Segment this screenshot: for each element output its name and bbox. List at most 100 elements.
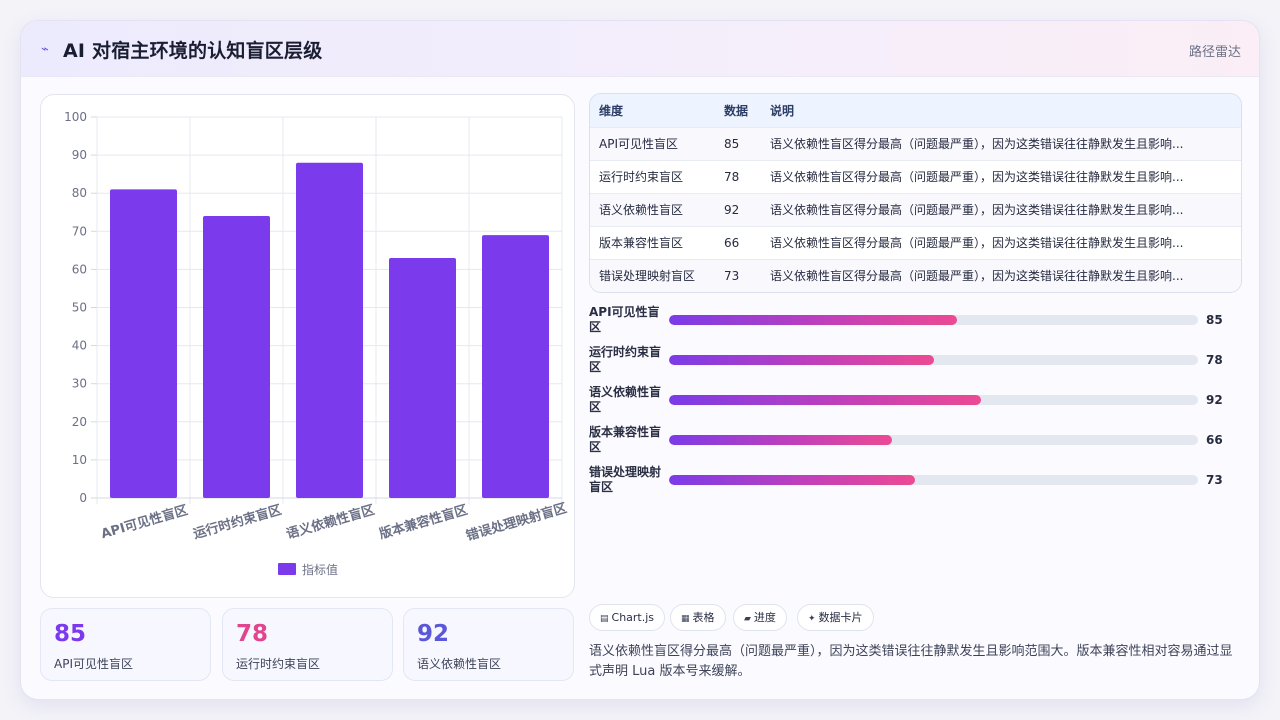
bar-chart-panel: 0 10 20 30 40 50 60 70 80 90 100 API可见性盲区 运行时约束盲区 语义依… bbox=[40, 94, 575, 598]
bar bbox=[110, 189, 177, 498]
y-tick-label: 0 bbox=[79, 491, 87, 505]
progress-row: 版本兼容性盲区 66 bbox=[589, 425, 1249, 459]
table-row: 语义依赖性盲区 92 语义依赖性盲区得分最高（问题最严重），因为这类错误往往静默… bbox=[590, 192, 1241, 226]
y-tick-label: 30 bbox=[72, 377, 87, 391]
progress-value: 73 bbox=[1206, 473, 1223, 487]
progress-row: 错误处理映射盲区 73 bbox=[589, 465, 1249, 499]
progress-fill bbox=[669, 435, 893, 445]
progress-row: API可见性盲区 85 bbox=[589, 305, 1249, 339]
kpi-label: 语义依赖性盲区 bbox=[417, 657, 502, 671]
kpi-label: 运行时约束盲区 bbox=[236, 657, 321, 671]
y-tick-label: 40 bbox=[72, 339, 87, 353]
y-tick-label: 60 bbox=[72, 262, 87, 276]
chip-progress[interactable]: ▰ 进度 bbox=[733, 604, 787, 631]
chip-data-cards[interactable]: ✦ 数据卡片 bbox=[797, 604, 874, 631]
progress-track bbox=[669, 395, 1198, 405]
bar-chart: 0 10 20 30 40 50 60 70 80 90 100 API可见性盲区 运行时约束盲区 语义依… bbox=[64, 110, 569, 577]
progress-label: 错误处理映射盲区 bbox=[589, 465, 662, 494]
table-cell: 92 bbox=[715, 192, 761, 226]
bar bbox=[203, 216, 270, 498]
chip-label: 进度 bbox=[753, 611, 776, 624]
legend-swatch bbox=[278, 563, 296, 575]
chart-icon: ▤ bbox=[600, 614, 609, 624]
table-cell: 运行时约束盲区 bbox=[590, 159, 715, 193]
header-tag: 路径雷达 bbox=[1188, 45, 1241, 60]
table-row: 运行时约束盲区 78 语义依赖性盲区得分最高（问题最严重），因为这类错误往往静默… bbox=[590, 159, 1241, 193]
kpi-value: 78 bbox=[236, 621, 269, 647]
table-cell: 73 bbox=[715, 258, 761, 292]
y-tick-label: 80 bbox=[72, 186, 87, 200]
bar bbox=[482, 235, 549, 499]
table-cell: 85 bbox=[715, 126, 761, 160]
progress-label: 版本兼容性盲区 bbox=[589, 425, 662, 454]
kpi-value: 92 bbox=[417, 621, 450, 647]
progress-label: 运行时约束盲区 bbox=[589, 345, 662, 374]
legend-label: 指标值 bbox=[302, 562, 338, 577]
table-cell: 66 bbox=[715, 225, 761, 259]
progress-fill bbox=[669, 475, 915, 485]
y-tick-label: 10 bbox=[72, 453, 87, 467]
y-tick-label: 20 bbox=[72, 415, 87, 429]
page-title: AI 对宿主环境的认知盲区层级 bbox=[63, 40, 323, 62]
table-icon: ▦ bbox=[681, 614, 690, 624]
progress-fill bbox=[669, 355, 934, 365]
x-tick-label: 错误处理映射盲区 bbox=[464, 500, 568, 544]
table-cell: 语义依赖性盲区得分最高（问题最严重），因为这类错误往往静默发生且影响... bbox=[761, 159, 1241, 193]
chip-label: 数据卡片 bbox=[818, 611, 863, 624]
x-tick-label: 版本兼容性盲区 bbox=[377, 502, 469, 542]
sparkle-icon: ✦ bbox=[808, 614, 816, 624]
chip-table[interactable]: ▦ 表格 bbox=[670, 604, 726, 631]
summary-note: 语义依赖性盲区得分最高（问题最严重），因为这类错误往往静默发生且影响范围大。版本… bbox=[589, 644, 1233, 679]
pulse-icon: ⌁ bbox=[41, 42, 49, 57]
progress-track bbox=[669, 475, 1198, 485]
bar bbox=[389, 257, 456, 498]
y-tick-label: 50 bbox=[72, 301, 87, 315]
progress-label: 语义依赖性盲区 bbox=[589, 385, 662, 414]
table-cell: 语义依赖性盲区得分最高（问题最严重），因为这类错误往往静默发生且影响... bbox=[761, 258, 1241, 292]
data-table: 维度 数据 说明 API可见性盲区 85 语义依赖性盲区得分最高（问题最严重），… bbox=[590, 94, 1241, 292]
progress-fill bbox=[669, 395, 982, 405]
y-tick-label: 100 bbox=[64, 110, 87, 124]
table-header-cell: 维度 bbox=[590, 94, 715, 127]
table-header-cell: 说明 bbox=[761, 94, 1241, 127]
progress-fill bbox=[669, 315, 958, 325]
progress-icon: ▰ bbox=[744, 614, 751, 624]
table-cell: 语义依赖性盲区 bbox=[590, 192, 715, 226]
chip-label: Chart.js bbox=[611, 611, 655, 624]
data-table-panel: 维度 数据 说明 API可见性盲区 85 语义依赖性盲区得分最高（问题最严重），… bbox=[589, 93, 1242, 293]
y-tick-label: 90 bbox=[72, 148, 87, 162]
table-cell: 语义依赖性盲区得分最高（问题最严重），因为这类错误往往静默发生且影响... bbox=[761, 126, 1241, 160]
progress-label: API可见性盲区 bbox=[589, 305, 660, 334]
x-tick-label: 运行时约束盲区 bbox=[191, 502, 283, 542]
chip-label: 表格 bbox=[692, 611, 715, 624]
table-row: 错误处理映射盲区 73 语义依赖性盲区得分最高（问题最严重），因为这类错误往往静… bbox=[590, 258, 1241, 292]
progress-row: 语义依赖性盲区 92 bbox=[589, 385, 1249, 419]
table-cell: 语义依赖性盲区得分最高（问题最严重），因为这类错误往往静默发生且影响... bbox=[761, 225, 1241, 259]
x-tick-label: 语义依赖性盲区 bbox=[284, 502, 376, 542]
dashboard-card: ⌁ AI 对宿主环境的认知盲区层级 路径雷达 0 10 20 30 40 50 60 70 80… bbox=[20, 20, 1260, 700]
kpi-card-3: 92 语义依赖性盲区 bbox=[403, 608, 574, 681]
progress-value: 92 bbox=[1206, 393, 1223, 407]
progress-track bbox=[669, 355, 1198, 365]
progress-value: 85 bbox=[1206, 313, 1223, 327]
progress-track bbox=[669, 315, 1198, 325]
table-row: 版本兼容性盲区 66 语义依赖性盲区得分最高（问题最严重），因为这类错误往往静默… bbox=[590, 225, 1241, 259]
title-group: ⌁ AI 对宿主环境的认知盲区层级 bbox=[41, 36, 322, 63]
progress-value: 66 bbox=[1206, 433, 1223, 447]
x-tick-label: API可见性盲区 bbox=[99, 502, 189, 542]
table-header-row: 维度 数据 说明 bbox=[590, 94, 1241, 127]
y-tick-label: 70 bbox=[72, 224, 87, 238]
table-cell: 78 bbox=[715, 159, 761, 193]
chip-chartjs[interactable]: ▤ Chart.js bbox=[589, 604, 666, 631]
kpi-value: 85 bbox=[54, 621, 87, 647]
progress-value: 78 bbox=[1206, 353, 1223, 367]
table-cell: 错误处理映射盲区 bbox=[590, 258, 715, 292]
progress-track bbox=[669, 435, 1198, 445]
table-cell: 版本兼容性盲区 bbox=[590, 225, 715, 259]
table-header-cell: 数据 bbox=[715, 94, 761, 127]
card-header: ⌁ AI 对宿主环境的认知盲区层级 路径雷达 bbox=[21, 21, 1259, 77]
kpi-card-2: 78 运行时约束盲区 bbox=[222, 608, 393, 681]
table-row: API可见性盲区 85 语义依赖性盲区得分最高（问题最严重），因为这类错误往往静… bbox=[590, 126, 1241, 160]
bar bbox=[296, 162, 363, 498]
kpi-card-1: 85 API可见性盲区 bbox=[40, 608, 211, 681]
